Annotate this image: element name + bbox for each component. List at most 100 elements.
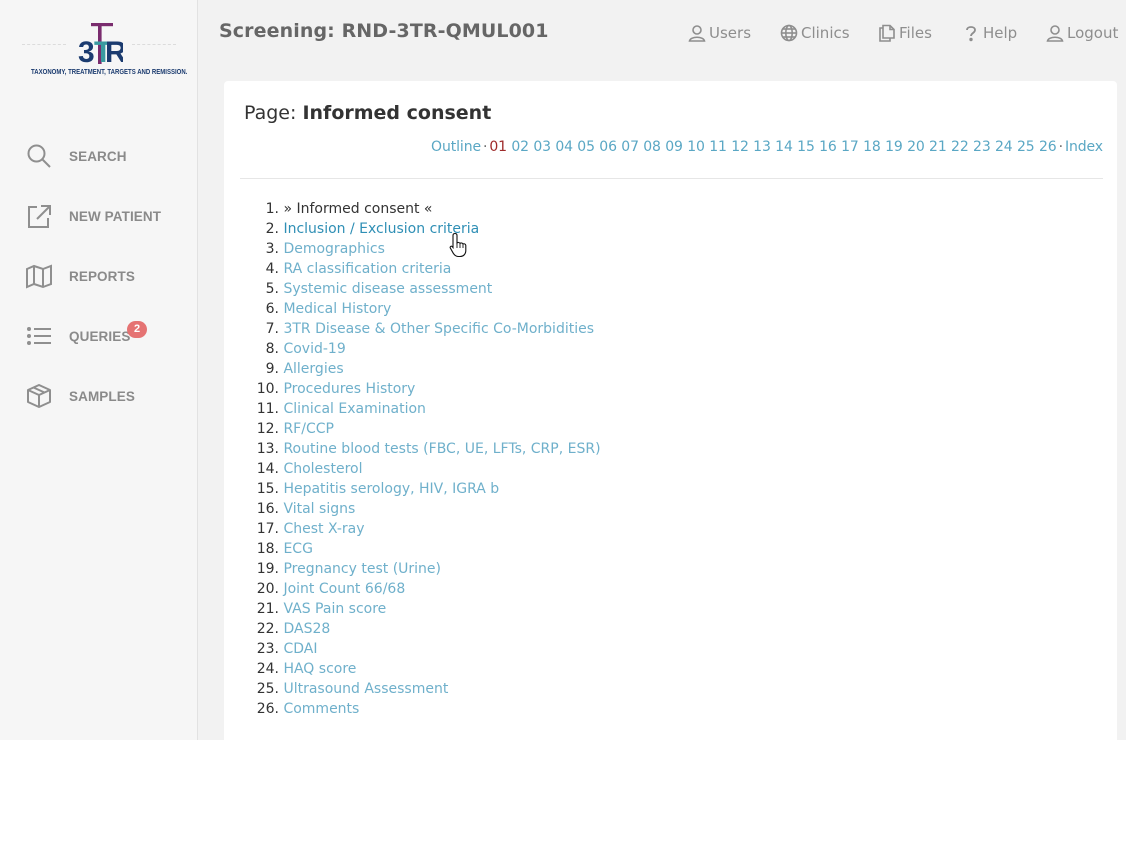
list-item-number: 22. xyxy=(256,621,279,637)
logout-link[interactable]: Logout xyxy=(1046,23,1118,43)
files-icon xyxy=(879,24,895,42)
page-link-14[interactable]: 14 xyxy=(775,139,793,155)
page-link-18[interactable]: 18 xyxy=(863,139,881,155)
page-link-24[interactable]: 24 xyxy=(995,139,1013,155)
section-link[interactable]: Pregnancy test (Urine) xyxy=(283,559,441,579)
section-link[interactable]: Medical History xyxy=(283,299,391,319)
page-link-04[interactable]: 04 xyxy=(555,139,573,155)
sidebar-item-search[interactable]: SEARCH xyxy=(26,141,191,171)
users-link[interactable]: Users xyxy=(688,23,751,43)
page-link-19[interactable]: 19 xyxy=(885,139,903,155)
list-item-number: 19. xyxy=(256,561,279,577)
section-link[interactable]: Demographics xyxy=(283,239,384,259)
page-link-06[interactable]: 06 xyxy=(599,139,617,155)
list-item-number: 20. xyxy=(256,581,279,597)
section-link[interactable]: HAQ score xyxy=(283,659,356,679)
page-link-08[interactable]: 08 xyxy=(643,139,661,155)
list-item-number: 21. xyxy=(256,601,279,617)
current-section-label: » Informed consent « xyxy=(283,201,433,217)
list-item-number: 13. xyxy=(256,441,279,457)
list-item-number: 6. xyxy=(265,301,279,317)
section-link[interactable]: Chest X-ray xyxy=(283,519,364,539)
page-link-03[interactable]: 03 xyxy=(533,139,551,155)
list-item: 22. DAS28 xyxy=(252,619,601,639)
section-link[interactable]: DAS28 xyxy=(283,619,330,639)
section-link[interactable]: Joint Count 66/68 xyxy=(283,579,405,599)
section-link[interactable]: VAS Pain score xyxy=(283,599,386,619)
map-icon xyxy=(26,264,52,289)
page-link-25[interactable]: 25 xyxy=(1017,139,1035,155)
section-link[interactable]: RF/CCP xyxy=(283,419,334,439)
page-link-21[interactable]: 21 xyxy=(929,139,947,155)
page-link-20[interactable]: 20 xyxy=(907,139,925,155)
sidebar-item-queries[interactable]: QUERIES 2 xyxy=(26,321,191,351)
list-item-number: 4. xyxy=(265,261,279,277)
section-link[interactable]: Routine blood tests (FBC, UE, LFTs, CRP,… xyxy=(283,439,600,459)
page-link-02[interactable]: 02 xyxy=(511,139,529,155)
sidebar-item-label: QUERIES xyxy=(69,328,131,344)
sidebar-item-samples[interactable]: SAMPLES xyxy=(26,381,191,411)
section-link[interactable]: Systemic disease assessment xyxy=(283,279,492,299)
clinics-link[interactable]: Clinics xyxy=(780,23,850,43)
page-link-12[interactable]: 12 xyxy=(731,139,749,155)
list-item: 19. Pregnancy test (Urine) xyxy=(252,559,601,579)
page-navigation: Outline · 01 02 03 04 05 06 07 08 09 10 11… xyxy=(431,139,1103,155)
search-icon xyxy=(27,144,51,168)
page-link-05[interactable]: 05 xyxy=(577,139,595,155)
section-link[interactable]: Ultrasound Assessment xyxy=(283,679,448,699)
index-link[interactable]: Index xyxy=(1065,139,1103,155)
user-icon xyxy=(688,25,706,42)
page-link-11[interactable]: 11 xyxy=(709,139,727,155)
help-link[interactable]: Help xyxy=(962,23,1017,43)
external-link-icon xyxy=(28,205,51,228)
page-link-17[interactable]: 17 xyxy=(841,139,859,155)
section-link[interactable]: Comments xyxy=(283,699,359,719)
list-item-number: 25. xyxy=(256,681,279,697)
list-item: 2. Inclusion / Exclusion criteria xyxy=(252,219,601,239)
list-item-number: 16. xyxy=(256,501,279,517)
sidebar-item-label: SEARCH xyxy=(69,148,127,164)
page-title-name: Informed consent xyxy=(302,102,492,124)
list-item: 21. VAS Pain score xyxy=(252,599,601,619)
section-list: 1. » Informed consent «2. Inclusion / Ex… xyxy=(252,199,601,719)
page-link-07[interactable]: 07 xyxy=(621,139,639,155)
section-link[interactable]: Cholesterol xyxy=(283,459,362,479)
help-link-label: Help xyxy=(983,24,1018,42)
section-link[interactable]: Covid-19 xyxy=(283,339,345,359)
list-item-number: 14. xyxy=(256,461,279,477)
section-link[interactable]: Allergies xyxy=(283,359,343,379)
section-link[interactable]: RA classification criteria xyxy=(283,259,451,279)
page-link-13[interactable]: 13 xyxy=(753,139,771,155)
list-item: 26. Comments xyxy=(252,699,601,719)
page-link-01[interactable]: 01 xyxy=(489,139,507,155)
page-link-23[interactable]: 23 xyxy=(973,139,991,155)
pager-separator: · xyxy=(483,139,488,155)
page-link-10[interactable]: 10 xyxy=(687,139,705,155)
page-link-22[interactable]: 22 xyxy=(951,139,969,155)
user-icon xyxy=(1046,25,1064,42)
list-item-number: 5. xyxy=(265,281,279,297)
list-item: 6. Medical History xyxy=(252,299,601,319)
files-link[interactable]: Files xyxy=(878,23,932,43)
section-link[interactable]: Inclusion / Exclusion criteria xyxy=(283,219,479,239)
outline-link[interactable]: Outline xyxy=(431,139,481,155)
sidebar-item-label: REPORTS xyxy=(69,268,135,284)
list-item: 14. Cholesterol xyxy=(252,459,601,479)
section-link[interactable]: Vital signs xyxy=(283,499,355,519)
page-link-26[interactable]: 26 xyxy=(1039,139,1057,155)
sidebar-item-new-patient[interactable]: NEW PATIENT xyxy=(26,201,191,231)
page-link-09[interactable]: 09 xyxy=(665,139,683,155)
logo[interactable]: 3 T R TAXONOMY, TREATMENT, TARGETS AND R… xyxy=(20,22,187,82)
queries-count-badge: 2 xyxy=(127,321,147,338)
page-link-15[interactable]: 15 xyxy=(797,139,815,155)
section-link[interactable]: 3TR Disease & Other Specific Co-Morbidit… xyxy=(283,319,594,339)
section-link[interactable]: ECG xyxy=(283,539,312,559)
sidebar-item-reports[interactable]: REPORTS xyxy=(26,261,191,291)
section-link[interactable]: Hepatitis serology, HIV, IGRA b xyxy=(283,479,499,499)
page-link-16[interactable]: 16 xyxy=(819,139,837,155)
section-link[interactable]: Clinical Examination xyxy=(283,399,425,419)
list-item-number: 12. xyxy=(256,421,279,437)
section-link[interactable]: Procedures History xyxy=(283,379,415,399)
section-link[interactable]: CDAI xyxy=(283,639,317,659)
sidebar-item-label: NEW PATIENT xyxy=(69,208,162,224)
